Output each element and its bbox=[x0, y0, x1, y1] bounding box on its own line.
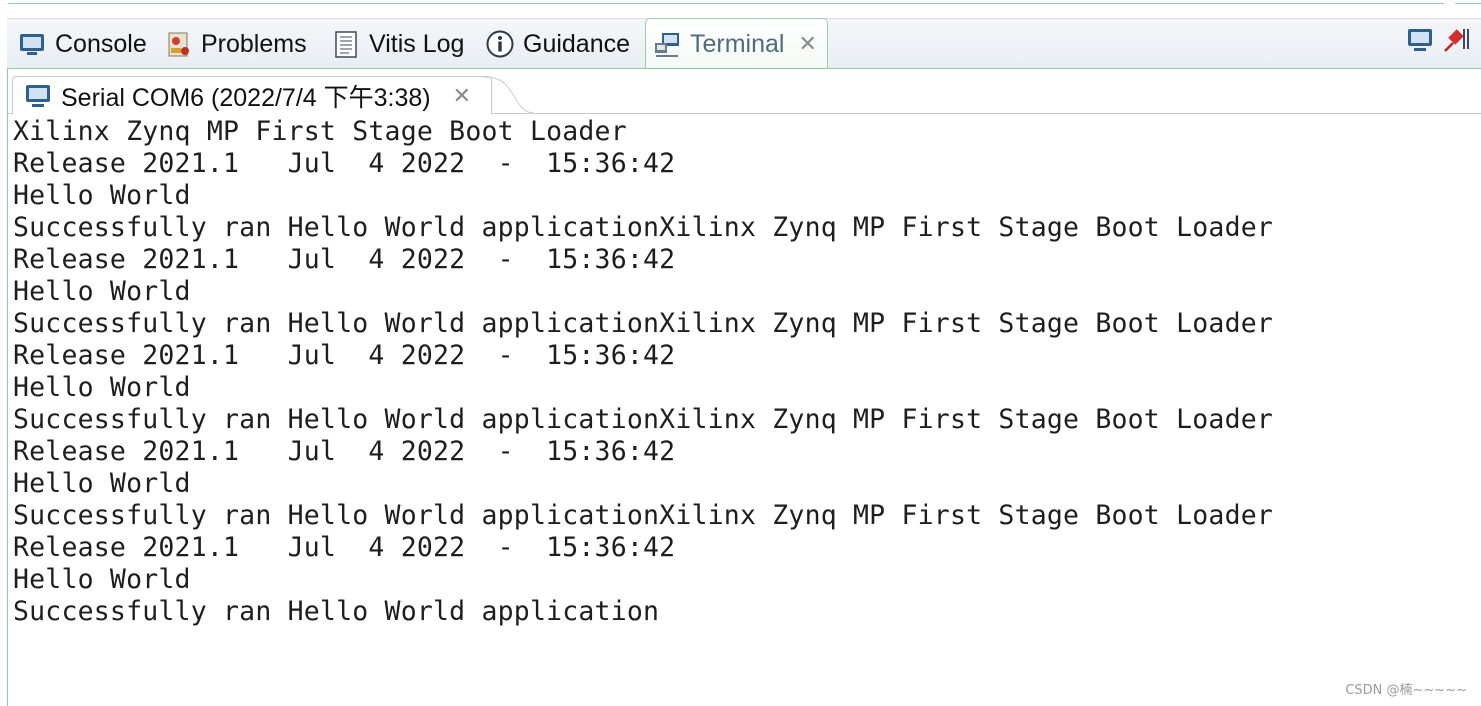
terminal-tab-bar: Serial COM6 (2022/7/4 下午3:38) ✕ bbox=[8, 76, 1481, 114]
terminal-line: Hello World bbox=[13, 372, 191, 403]
terminal-line: Successfully ran Hello World application… bbox=[13, 308, 1274, 339]
view-toolbar bbox=[1405, 25, 1471, 55]
terminal-line: Successfully ran Hello World application… bbox=[13, 212, 1274, 243]
display-icon[interactable] bbox=[1405, 25, 1435, 55]
top-edge bbox=[0, 0, 1481, 8]
terminal-line: Release 2021.1 Jul 4 2022 - 15:36:42 bbox=[13, 148, 676, 179]
terminal-line: Release 2021.1 Jul 4 2022 - 15:36:42 bbox=[13, 436, 676, 467]
terminal-line: Hello World bbox=[13, 276, 191, 307]
terminal-line: Release 2021.1 Jul 4 2022 - 15:36:42 bbox=[13, 532, 676, 563]
terminal-line: Successfully ran Hello World application… bbox=[13, 500, 1274, 531]
view-tab-bar: Console Problems Vitis Log Guidance Term… bbox=[7, 18, 1481, 69]
close-icon[interactable]: ✕ bbox=[798, 31, 816, 57]
tab-label: Vitis Log bbox=[369, 29, 465, 58]
pin-icon[interactable] bbox=[1441, 25, 1471, 55]
serial-monitor-icon bbox=[26, 84, 50, 107]
tab-label: Console bbox=[55, 29, 147, 58]
terminal-line: Hello World bbox=[13, 180, 191, 211]
tab-label: Guidance bbox=[523, 29, 631, 58]
info-icon bbox=[486, 30, 514, 58]
tab-terminal[interactable]: Terminal ✕ bbox=[645, 18, 828, 69]
tab-label: Problems bbox=[201, 29, 307, 58]
terminal-icon bbox=[655, 33, 679, 57]
tab-edge-decoration bbox=[484, 76, 534, 114]
divider bbox=[8, 3, 1444, 4]
terminal-line: Successfully ran Hello World application bbox=[13, 596, 660, 627]
tab-label: Terminal bbox=[690, 29, 785, 58]
close-icon[interactable]: ✕ bbox=[453, 83, 471, 109]
terminal-output[interactable]: Xilinx Zynq MP First Stage Boot Loader Re… bbox=[13, 116, 1473, 628]
log-icon bbox=[335, 31, 357, 58]
tab-label: Serial COM6 (2022/7/4 下午3:38) bbox=[61, 83, 431, 112]
terminal-view-window: Console Problems Vitis Log Guidance Term… bbox=[0, 0, 1481, 706]
divider bbox=[1455, 3, 1481, 4]
terminal-line: Hello World bbox=[13, 468, 191, 499]
terminal-line: Release 2021.1 Jul 4 2022 - 15:36:42 bbox=[13, 340, 676, 371]
terminal-line: Release 2021.1 Jul 4 2022 - 15:36:42 bbox=[13, 244, 676, 275]
terminal-line: Hello World bbox=[13, 564, 191, 595]
tab-vitis-log[interactable]: Vitis Log bbox=[331, 19, 464, 69]
terminal-line: Successfully ran Hello World application… bbox=[13, 404, 1274, 435]
tab-serial-com6[interactable]: Serial COM6 (2022/7/4 下午3:38) ✕ bbox=[12, 76, 493, 114]
problems-icon bbox=[168, 32, 189, 57]
terminal-line: Xilinx Zynq MP First Stage Boot Loader bbox=[13, 116, 627, 147]
watermark: CSDN @楠~~~~~ bbox=[1345, 683, 1467, 698]
tab-console[interactable]: Console bbox=[17, 19, 147, 69]
console-icon bbox=[20, 34, 44, 55]
tab-problems[interactable]: Problems bbox=[163, 19, 307, 69]
tab-guidance[interactable]: Guidance bbox=[485, 19, 630, 69]
